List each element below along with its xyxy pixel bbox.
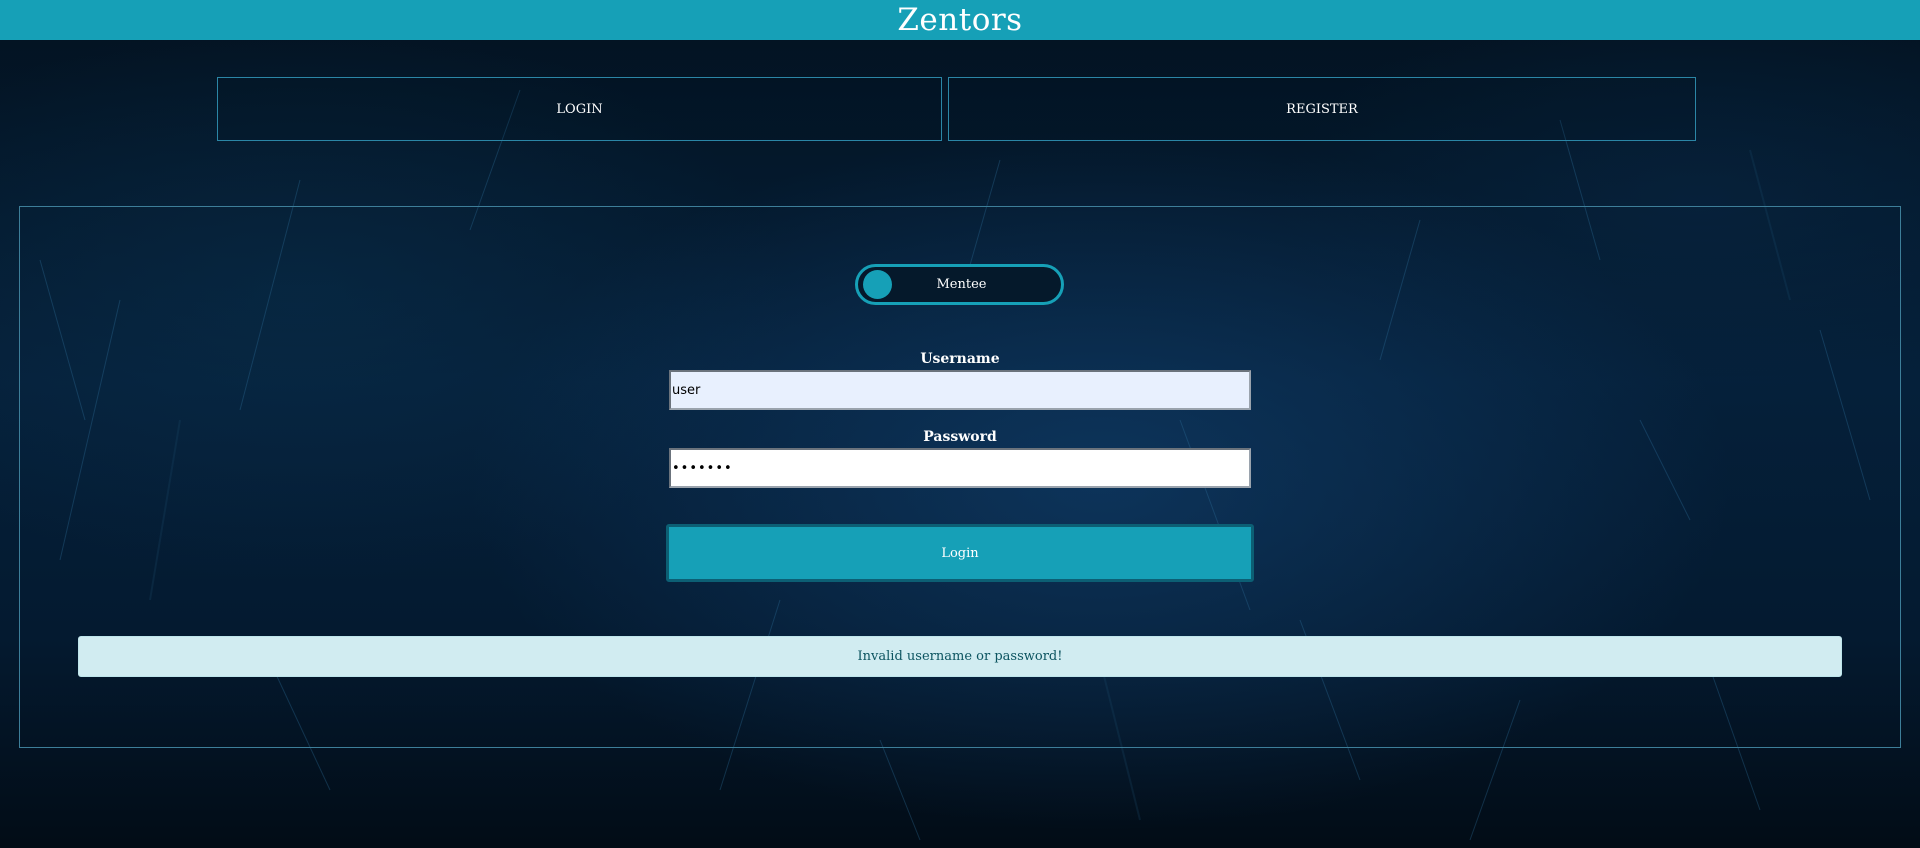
tab-register[interactable]: REGISTER	[948, 77, 1696, 141]
brand-title: Zentors	[897, 2, 1023, 38]
role-toggle-label: Mentee	[936, 277, 987, 292]
password-input[interactable]	[669, 448, 1251, 488]
role-toggle[interactable]: Mentee	[855, 264, 1064, 305]
password-label: Password	[923, 429, 997, 445]
login-button[interactable]: Login	[666, 524, 1254, 582]
top-header: Zentors	[0, 0, 1920, 40]
username-label: Username	[920, 351, 1000, 367]
username-input[interactable]	[669, 370, 1251, 410]
error-alert: Invalid username or password!	[78, 636, 1842, 677]
tab-login[interactable]: LOGIN	[217, 77, 942, 141]
